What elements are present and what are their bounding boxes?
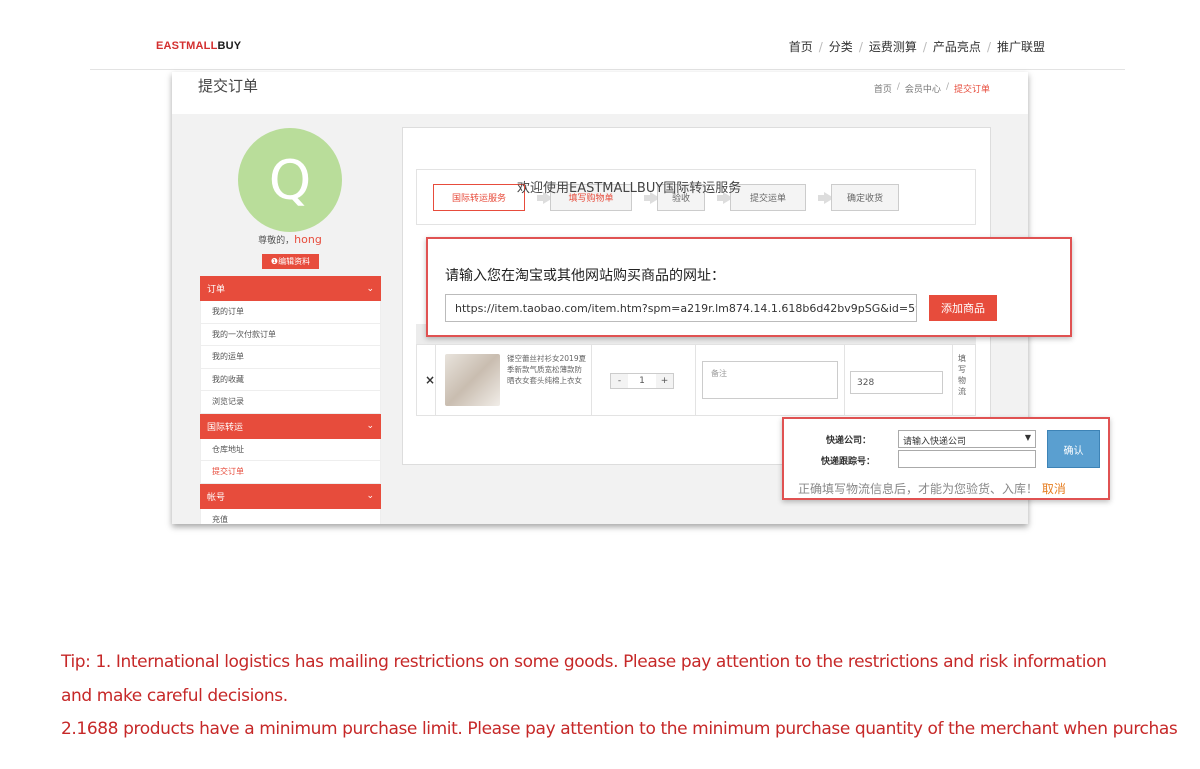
sidebar-header-account[interactable]: 帐号 ⌄: [200, 483, 381, 509]
shipping-hint-text: 正确填写物流信息后，才能为您验货、入库！: [798, 482, 1039, 496]
product-image[interactable]: [445, 354, 500, 406]
username: hong: [294, 233, 322, 246]
url-prompt: 请输入您在淘宝或其他网站购买商品的网址：: [445, 268, 725, 284]
edit-profile-button[interactable]: ❶编辑资料: [262, 254, 319, 269]
page-title: 提交订单: [198, 77, 259, 95]
welcome-text: 欢迎使用EASTMALLBUY国际转运服务: [517, 181, 742, 196]
product-url-input[interactable]: https://item.taobao.com/item.htm?spm=a21…: [445, 294, 917, 322]
greeting: 尊敬的，hong: [172, 233, 408, 246]
sidebar-item-recharge[interactable]: 充值: [200, 508, 381, 524]
greeting-text: 尊敬的，: [258, 236, 295, 246]
quantity-stepper: - 1 +: [610, 373, 674, 389]
add-product-button[interactable]: 添加商品: [929, 295, 997, 321]
remove-icon[interactable]: ×: [425, 373, 435, 387]
avatar: Q: [238, 128, 342, 232]
shipping-hint: 正确填写物流信息后，才能为您验货、入库！ 取消: [798, 480, 1066, 497]
step-submit-waybill: 提交运单: [730, 184, 806, 211]
sidebar-item-my-orders[interactable]: 我的订单: [200, 301, 381, 324]
brand-logo[interactable]: EASTMALLBUY: [156, 40, 241, 52]
sidebar-item-submit-order[interactable]: 提交订单: [200, 461, 381, 484]
sidebar-item-favorites[interactable]: 我的收藏: [200, 368, 381, 391]
price-input[interactable]: 328: [850, 371, 943, 394]
chevron-down-icon: ⌄: [366, 283, 374, 294]
nav-separator: /: [858, 39, 863, 54]
brand-part1: EASTMALL: [156, 40, 218, 52]
url-input-popup: 请输入您在淘宝或其他网站购买商品的网址： https://item.taobao…: [426, 237, 1072, 337]
courier-label: 快递公司：: [826, 436, 872, 446]
sidebar-item-history[interactable]: 浏览记录: [200, 391, 381, 414]
product-row: × 镂空蕾丝衬衫女2019夏季新款气质宽松薄款防晒衣女套头纯棉上衣女 - 1 +…: [416, 344, 976, 416]
breadcrumb-separator: /: [945, 82, 949, 92]
qty-value[interactable]: 1: [628, 374, 656, 388]
tip-line-2: and make careful decisions.: [61, 686, 288, 706]
sidebar-header-label: 帐号: [207, 492, 226, 503]
nav-separator: /: [922, 39, 927, 54]
nav-divider: [90, 69, 1125, 70]
column-divider: [952, 345, 953, 415]
cancel-link[interactable]: 取消: [1042, 482, 1066, 496]
nav-highlights[interactable]: 产品亮点: [933, 38, 981, 55]
step-forwarding: 国际转运服务: [433, 184, 525, 211]
breadcrumb: 首页 / 会员中心 / 提交订单: [874, 82, 990, 95]
column-divider: [591, 345, 592, 415]
nav-separator: /: [986, 39, 991, 54]
sidebar-header-label: 国际转运: [207, 422, 244, 433]
brand-part2: BUY: [217, 40, 242, 52]
courier-select-value: 请输入快递公司: [903, 437, 967, 447]
tip-line-1: Tip: 1. International logistics has mail…: [61, 652, 1107, 672]
qty-minus-button[interactable]: -: [611, 374, 628, 388]
main-nav: 首页 / 分类 / 运费测算 / 产品亮点 / 推广联盟: [789, 38, 1045, 55]
nav-shipping-calc[interactable]: 运费测算: [869, 38, 917, 55]
sidebar-header-forwarding[interactable]: 国际转运 ⌄: [200, 413, 381, 439]
sidebar-header-orders[interactable]: 订单 ⌄: [200, 276, 381, 301]
top-navbar: EASTMALLBUY 首页 / 分类 / 运费测算 / 产品亮点 / 推广联盟: [0, 0, 1200, 70]
tracking-label: 快递跟踪号：: [821, 457, 876, 467]
sidebar-item-my-waybills[interactable]: 我的运单: [200, 346, 381, 369]
nav-category[interactable]: 分类: [829, 38, 853, 55]
fill-logistics-link[interactable]: 填写物流: [957, 353, 967, 397]
member-sidebar: 订单 ⌄ 我的订单 我的一次付款订单 我的运单 我的收藏 浏览记录 国际转运 ⌄…: [200, 276, 381, 524]
sidebar-item-one-time-orders[interactable]: 我的一次付款订单: [200, 323, 381, 346]
sidebar-item-warehouse[interactable]: 仓库地址: [200, 438, 381, 461]
product-name[interactable]: 镂空蕾丝衬衫女2019夏季新款气质宽松薄款防晒衣女套头纯棉上衣女: [507, 353, 587, 386]
step-confirm-receipt: 确定收货: [831, 184, 899, 211]
nav-affiliate[interactable]: 推广联盟: [997, 38, 1045, 55]
breadcrumb-home[interactable]: 首页: [874, 82, 892, 95]
breadcrumb-current: 提交订单: [953, 85, 990, 95]
nav-separator: /: [818, 39, 823, 54]
column-divider: [695, 345, 696, 415]
courier-select[interactable]: 请输入快递公司 ▼: [898, 430, 1036, 448]
chevron-down-icon: ⌄: [366, 421, 374, 431]
chevron-down-icon: ⌄: [366, 491, 374, 501]
breadcrumb-separator: /: [896, 82, 900, 92]
nav-home[interactable]: 首页: [789, 38, 813, 55]
qty-plus-button[interactable]: +: [656, 374, 673, 388]
column-divider: [435, 345, 436, 415]
tip-line-3: 2.1688 products have a minimum purchase …: [61, 719, 1178, 739]
shipping-info-popup: 快递公司： 快递跟踪号： 请输入快递公司 ▼ 确认 正确填写物流信息后，才能为您…: [782, 417, 1110, 500]
dropdown-caret-icon: ▼: [1024, 433, 1031, 442]
remark-textarea[interactable]: 备注: [702, 361, 838, 399]
breadcrumb-member[interactable]: 会员中心: [905, 82, 941, 95]
sidebar-header-label: 订单: [207, 285, 226, 295]
confirm-button[interactable]: 确认: [1047, 430, 1100, 468]
column-divider: [844, 345, 845, 415]
tracking-number-input[interactable]: [898, 450, 1036, 468]
